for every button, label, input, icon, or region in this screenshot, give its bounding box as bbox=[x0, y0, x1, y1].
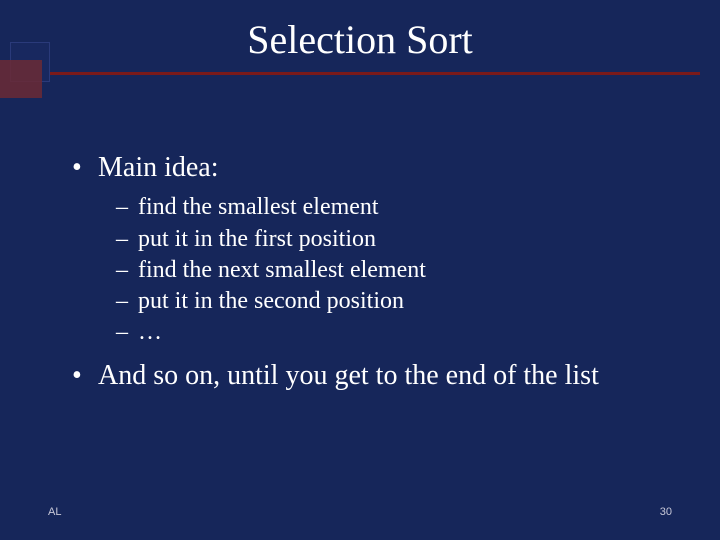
sub-marker: – bbox=[116, 192, 138, 223]
bullet-text: Main idea: bbox=[98, 150, 219, 186]
sub-marker: – bbox=[116, 255, 138, 286]
slide-number: 30 bbox=[660, 506, 672, 518]
sub-text: find the next smallest element bbox=[138, 255, 426, 286]
bullet-marker: • bbox=[72, 358, 98, 394]
sub-text: … bbox=[138, 317, 162, 348]
sub-text: put it in the second position bbox=[138, 286, 404, 317]
slide-title: Selection Sort bbox=[0, 16, 720, 63]
bullet-item: • Main idea: bbox=[72, 150, 692, 186]
bullet-text: And so on, until you get to the end of t… bbox=[98, 358, 599, 394]
bullet-marker: • bbox=[72, 150, 98, 186]
footer-author: AL bbox=[48, 506, 61, 518]
sub-item: – put it in the second position bbox=[116, 286, 692, 317]
corner-box-fill bbox=[0, 60, 42, 98]
title-underline bbox=[50, 72, 700, 75]
sub-marker: – bbox=[116, 286, 138, 317]
slide-content: • Main idea: – find the smallest element… bbox=[72, 150, 692, 401]
sub-text: put it in the first position bbox=[138, 224, 376, 255]
sub-marker: – bbox=[116, 224, 138, 255]
sub-item: – put it in the first position bbox=[116, 224, 692, 255]
sub-item: – find the smallest element bbox=[116, 192, 692, 223]
sub-item: – … bbox=[116, 317, 692, 348]
sub-list: – find the smallest element – put it in … bbox=[116, 192, 692, 348]
sub-item: – find the next smallest element bbox=[116, 255, 692, 286]
sub-marker: – bbox=[116, 317, 138, 348]
bullet-item: • And so on, until you get to the end of… bbox=[72, 358, 692, 394]
sub-text: find the smallest element bbox=[138, 192, 379, 223]
